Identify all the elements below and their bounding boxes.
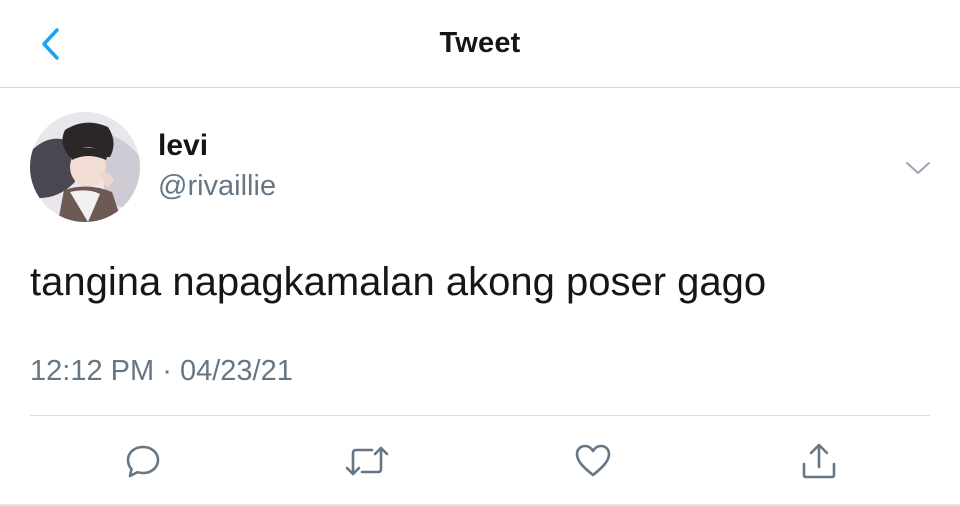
action-bar xyxy=(0,436,960,486)
heart-icon xyxy=(575,444,611,477)
divider xyxy=(30,415,930,416)
retweet-icon xyxy=(345,446,389,476)
reply-button[interactable] xyxy=(118,436,168,486)
reply-icon xyxy=(126,445,160,478)
tweet-date: 04/23/21 xyxy=(179,355,293,387)
retweet-button[interactable] xyxy=(342,436,392,486)
like-button[interactable] xyxy=(568,436,618,486)
avatar-image xyxy=(30,112,140,222)
author-handle[interactable]: @rivaillie xyxy=(158,170,276,203)
more-options-button[interactable] xyxy=(902,152,934,184)
share-icon xyxy=(802,443,836,479)
top-bar: Tweet xyxy=(0,0,960,88)
avatar[interactable] xyxy=(30,112,140,222)
tweet-text: tangina napagkamalan akong poser gago xyxy=(30,260,767,304)
author-name[interactable]: levi xyxy=(158,129,208,163)
tweet-timestamp[interactable]: 12:12 PM · 04/23/21 xyxy=(30,355,293,388)
tweet-time: 12:12 PM xyxy=(30,355,155,387)
share-button[interactable] xyxy=(794,436,844,486)
chevron-down-icon xyxy=(906,162,930,174)
timestamp-separator: · xyxy=(162,355,172,387)
page-title: Tweet xyxy=(439,27,521,59)
